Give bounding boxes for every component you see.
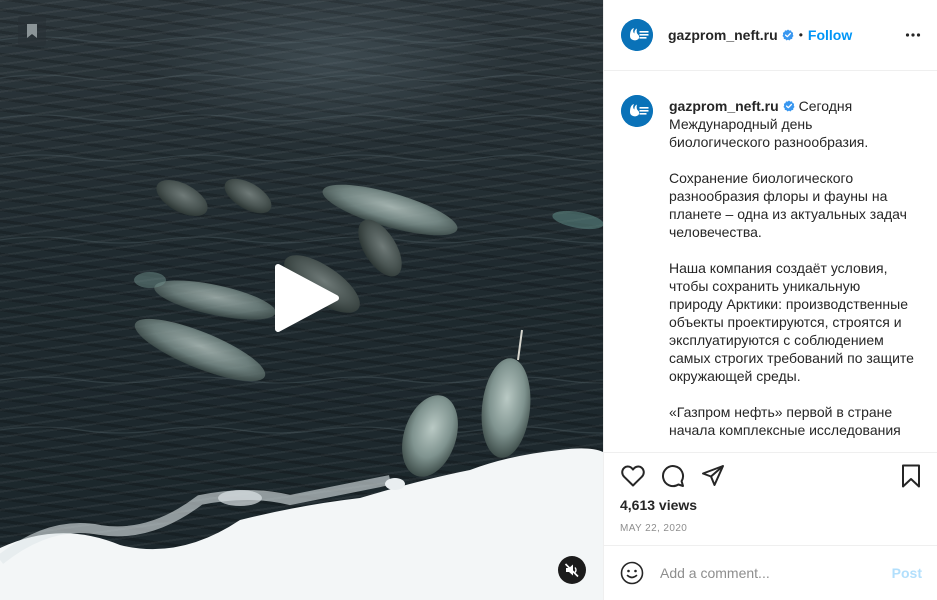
caption-paragraph: «Газпром нефть» первой в стране начала к… xyxy=(669,404,901,438)
verified-badge-icon xyxy=(782,29,794,41)
caption-paragraph: Наша компания создаёт условия, чтобы сох… xyxy=(669,260,918,384)
post-date[interactable]: MAY 22, 2020 xyxy=(620,523,687,534)
post-comment-button[interactable]: Post xyxy=(892,565,922,581)
gazprom-neft-logo xyxy=(621,19,653,51)
view-count[interactable]: 4,613 views xyxy=(620,497,697,513)
play-button[interactable] xyxy=(272,263,340,333)
muted-speaker-icon xyxy=(564,563,579,578)
avatar[interactable] xyxy=(621,19,653,51)
caption-username[interactable]: gazprom_neft.ru xyxy=(669,98,779,114)
post-video[interactable] xyxy=(0,0,603,600)
add-comment-bar: Post xyxy=(604,545,937,600)
media-bookmark-button[interactable] xyxy=(18,16,46,46)
bookmark-icon xyxy=(27,24,37,38)
comment-button[interactable] xyxy=(660,463,686,489)
bookmark-icon xyxy=(902,464,920,488)
narwhal-group xyxy=(134,178,603,477)
more-options-icon[interactable] xyxy=(905,27,921,43)
save-button[interactable] xyxy=(898,463,924,489)
caption-paragraph: Сохранение биологического разнообразия ф… xyxy=(669,170,911,240)
post-caption: gazprom_neft.ru Сегодня Международный де… xyxy=(669,97,914,452)
like-button[interactable] xyxy=(620,463,646,489)
heart-icon xyxy=(621,465,645,487)
comment-input[interactable] xyxy=(660,565,880,581)
header-username[interactable]: gazprom_neft.ru xyxy=(668,27,778,43)
caption-avatar[interactable] xyxy=(621,95,653,127)
post-header: gazprom_neft.ru • Follow xyxy=(604,0,937,71)
play-icon xyxy=(275,264,339,332)
comment-icon xyxy=(662,465,685,488)
verified-badge-icon xyxy=(783,100,795,112)
emoji-icon[interactable] xyxy=(620,561,644,585)
comments-area[interactable]: gazprom_neft.ru Сегодня Международный де… xyxy=(604,72,937,452)
share-button[interactable] xyxy=(700,463,726,489)
mute-toggle-button[interactable] xyxy=(558,556,586,584)
post-actions: 4,613 views MAY 22, 2020 xyxy=(604,452,937,545)
post-side-panel: gazprom_neft.ru • Follow gazprom_neft.ru… xyxy=(603,0,937,600)
follow-button[interactable]: Follow xyxy=(808,27,852,43)
share-icon xyxy=(702,465,724,486)
header-separator: • xyxy=(798,28,803,42)
gazprom-neft-logo xyxy=(621,95,653,127)
